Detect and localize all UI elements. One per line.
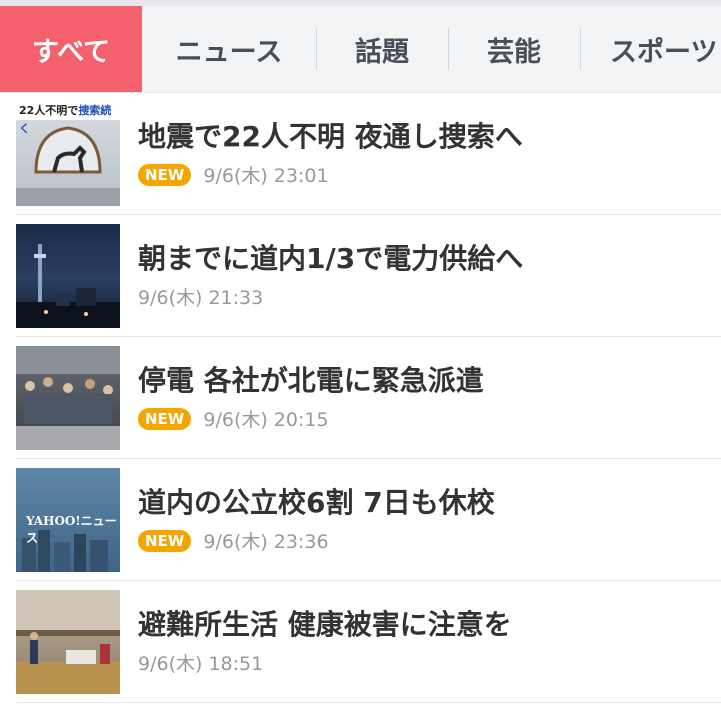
article-item[interactable]: YAHOO!ニュース 道内の公立校6割 7日も休校 NEW 9/6(木) 23:… <box>16 459 721 581</box>
article-item[interactable]: 朝までに道内1/3で電力供給へ 9/6(木) 21:33 <box>16 215 721 337</box>
tab-label: すべて <box>31 36 111 68</box>
tab-sports[interactable]: スポーツ <box>580 6 721 92</box>
article-title: 地震で22人不明 夜通し捜索へ <box>138 120 523 153</box>
article-time: 9/6(木) 23:36 <box>203 531 329 553</box>
tab-news[interactable]: ニュース <box>142 6 316 92</box>
article-thumbnail: YAHOO!ニュース <box>16 467 120 572</box>
article-time: 9/6(木) 18:51 <box>138 653 264 675</box>
article-list: 22人不明で捜索続く 地震で22人不明 夜通し捜索へ NEW 9/6(木) 23… <box>0 93 721 703</box>
new-badge: NEW <box>138 529 192 552</box>
yahoo-news-logo: YAHOO!ニュース <box>26 513 117 545</box>
tab-label: スポーツ <box>610 36 718 68</box>
article-item[interactable]: 22人不明で捜索続く 地震で22人不明 夜通し捜索へ NEW 9/6(木) 23… <box>16 93 721 215</box>
tab-entertainment[interactable]: 芸能 <box>448 6 580 92</box>
gym-shelter-image <box>16 589 120 694</box>
new-badge: NEW <box>138 163 192 186</box>
article-time: 9/6(木) 20:15 <box>203 409 329 431</box>
article-item[interactable]: 停電 各社が北電に緊急派遣 NEW 9/6(木) 20:15 <box>16 337 721 459</box>
tab-label: ニュース <box>175 36 283 68</box>
tab-all[interactable]: すべて <box>0 6 142 92</box>
thumbnail-caption: 22人不明で捜索続く <box>16 101 120 135</box>
article-thumbnail <box>16 223 120 328</box>
night-city-image <box>16 243 120 328</box>
article-title: 避難所生活 健康被害に注意を <box>138 608 512 641</box>
crowd-image <box>16 345 120 450</box>
article-thumbnail <box>16 589 120 694</box>
article-time: 9/6(木) 21:33 <box>138 287 264 309</box>
article-thumbnail: 22人不明で捜索続く <box>16 101 120 206</box>
tab-label: 話題 <box>355 36 409 68</box>
article-item[interactable]: 避難所生活 健康被害に注意を 9/6(木) 18:51 <box>16 581 721 703</box>
new-badge: NEW <box>138 407 192 430</box>
article-title: 停電 各社が北電に緊急派遣 <box>138 364 484 397</box>
tab-label: 芸能 <box>487 36 541 68</box>
article-time: 9/6(木) 23:01 <box>203 165 329 187</box>
article-title: 道内の公立校6割 7日も休校 <box>138 486 495 519</box>
article-title: 朝までに道内1/3で電力供給へ <box>138 242 524 275</box>
tab-topics[interactable]: 話題 <box>316 6 448 92</box>
article-thumbnail <box>16 345 120 450</box>
category-tabs: すべて ニュース 話題 芸能 スポーツ <box>0 6 721 93</box>
